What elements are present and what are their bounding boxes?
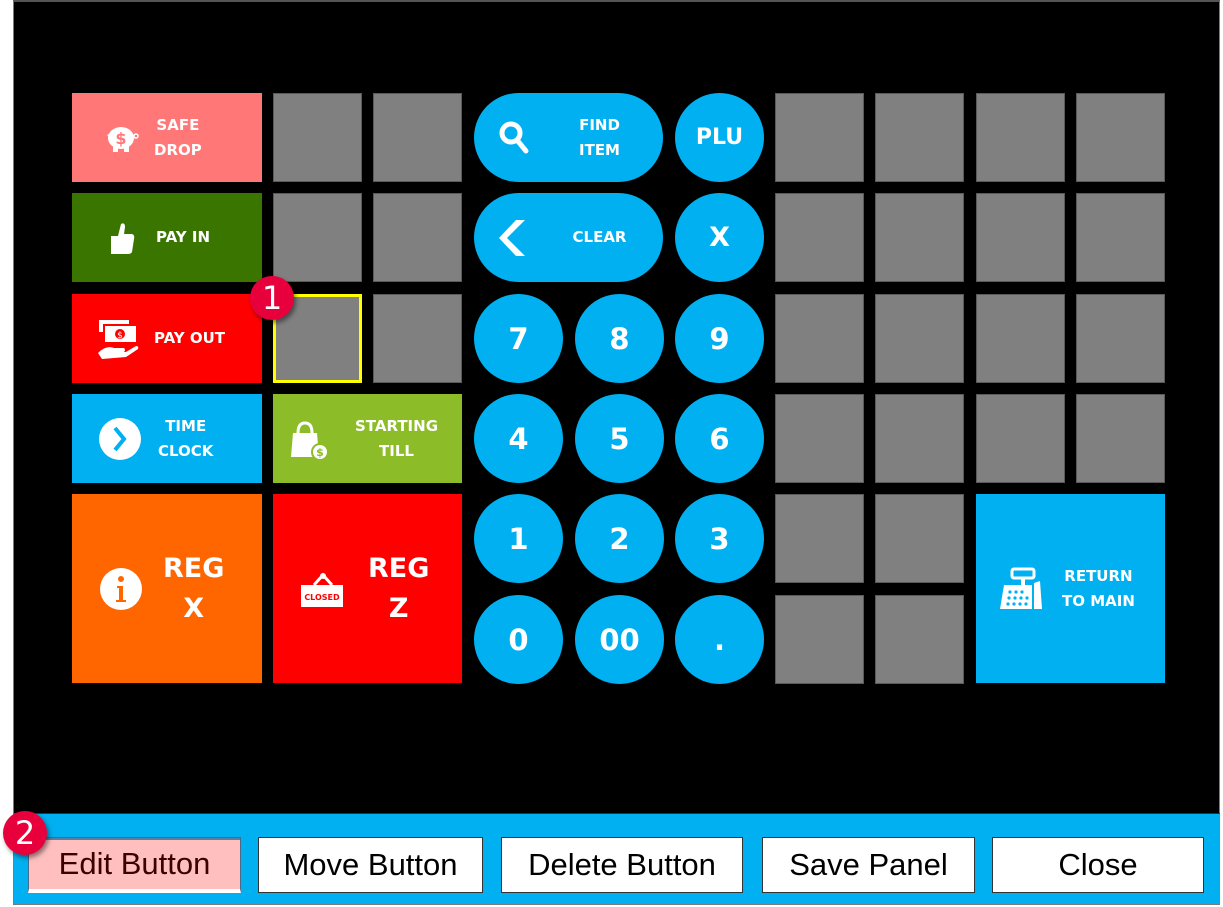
empty-slot[interactable] [775,394,864,483]
empty-slot[interactable] [1076,193,1165,282]
empty-slot[interactable] [775,294,864,383]
edit-toolbar: Edit Button Move Button Delete Button Sa… [14,813,1220,905]
piggy-bank-icon: $ [100,123,144,153]
pay-out-label: PAY OUT [154,329,226,347]
return-to-main-button[interactable]: RETURN TO MAIN [976,494,1165,683]
find-item-label: FIND ITEM [579,115,620,159]
reg-z-button[interactable]: CLOSED REG Z [273,494,462,683]
pay-in-button[interactable]: PAY IN [72,193,262,282]
svg-text:$: $ [115,129,126,148]
reg-x-button[interactable]: REG X [72,494,262,683]
starting-till-label: STARTING TILL [354,416,439,460]
empty-slot[interactable] [875,494,964,583]
empty-slot[interactable] [875,394,964,483]
svg-text:$: $ [316,446,324,459]
clear-button[interactable]: CLEAR [474,193,663,282]
key-3[interactable]: 3 [675,494,764,583]
shopping-bag-icon: $ [287,417,331,461]
key-00[interactable]: 00 [575,595,664,684]
key-8[interactable]: 8 [575,294,664,383]
safe-drop-button[interactable]: $ SAFE DROP [72,93,262,182]
search-icon [492,120,536,156]
info-icon [99,567,143,611]
delete-button[interactable]: Delete Button [501,837,743,893]
edit-button[interactable]: Edit Button [28,837,241,893]
pay-out-button[interactable]: $ PAY OUT [72,294,262,383]
multiply-button[interactable]: X [675,193,764,282]
empty-slot[interactable] [775,193,864,282]
key-decimal[interactable]: . [675,595,764,684]
empty-slot[interactable] [875,294,964,383]
safe-drop-label: SAFE DROP [154,115,202,159]
key-1[interactable]: 1 [474,494,563,583]
empty-slot[interactable] [976,193,1065,282]
find-item-button[interactable]: FIND ITEM [474,93,663,182]
cash-register-icon [1000,567,1044,611]
time-clock-button[interactable]: TIME CLOCK [72,394,262,483]
empty-slot[interactable] [1076,394,1165,483]
empty-slot[interactable] [775,494,864,583]
key-9[interactable]: 9 [675,294,764,383]
empty-slot[interactable] [373,193,462,282]
plu-button[interactable]: PLU [675,93,764,182]
chevron-left-icon [492,216,536,260]
save-panel-button[interactable]: Save Panel [762,837,975,893]
thumbs-up-icon [100,221,144,255]
starting-till-button[interactable]: $ STARTING TILL [273,394,462,483]
empty-slot[interactable] [976,394,1065,483]
clock-arrow-icon [98,417,142,461]
time-clock-label: TIME CLOCK [158,416,214,460]
empty-slot[interactable] [273,93,362,182]
empty-slot[interactable] [1076,93,1165,182]
move-button[interactable]: Move Button [258,837,483,893]
key-6[interactable]: 6 [675,394,764,483]
empty-slot[interactable] [373,294,462,383]
reg-z-label: REG Z [368,552,430,624]
closed-sign-text: CLOSED [304,593,340,602]
reg-x-label: REG X [163,552,225,624]
key-0[interactable]: 0 [474,595,563,684]
key-2[interactable]: 2 [575,494,664,583]
empty-slot[interactable] [976,294,1065,383]
empty-slot[interactable] [976,93,1065,182]
clear-label: CLEAR [572,228,627,246]
key-4[interactable]: 4 [474,394,563,483]
empty-slot[interactable] [775,93,864,182]
key-5[interactable]: 5 [575,394,664,483]
close-button[interactable]: Close [992,837,1204,893]
return-to-main-label: RETURN TO MAIN [1062,566,1135,610]
cash-hand-icon: $ [96,317,140,361]
empty-slot[interactable] [775,595,864,684]
empty-slot[interactable] [373,93,462,182]
annotation-badge-1: 1 [250,276,294,320]
svg-text:$: $ [117,331,123,341]
empty-slot[interactable] [1076,294,1165,383]
annotation-badge-2: 2 [3,811,47,855]
empty-slot[interactable] [875,193,964,282]
closed-sign-icon: CLOSED [300,569,346,609]
empty-slot[interactable] [273,193,362,282]
empty-slot[interactable] [875,595,964,684]
key-7[interactable]: 7 [474,294,563,383]
pay-in-label: PAY IN [156,228,211,246]
empty-slot[interactable] [875,93,964,182]
